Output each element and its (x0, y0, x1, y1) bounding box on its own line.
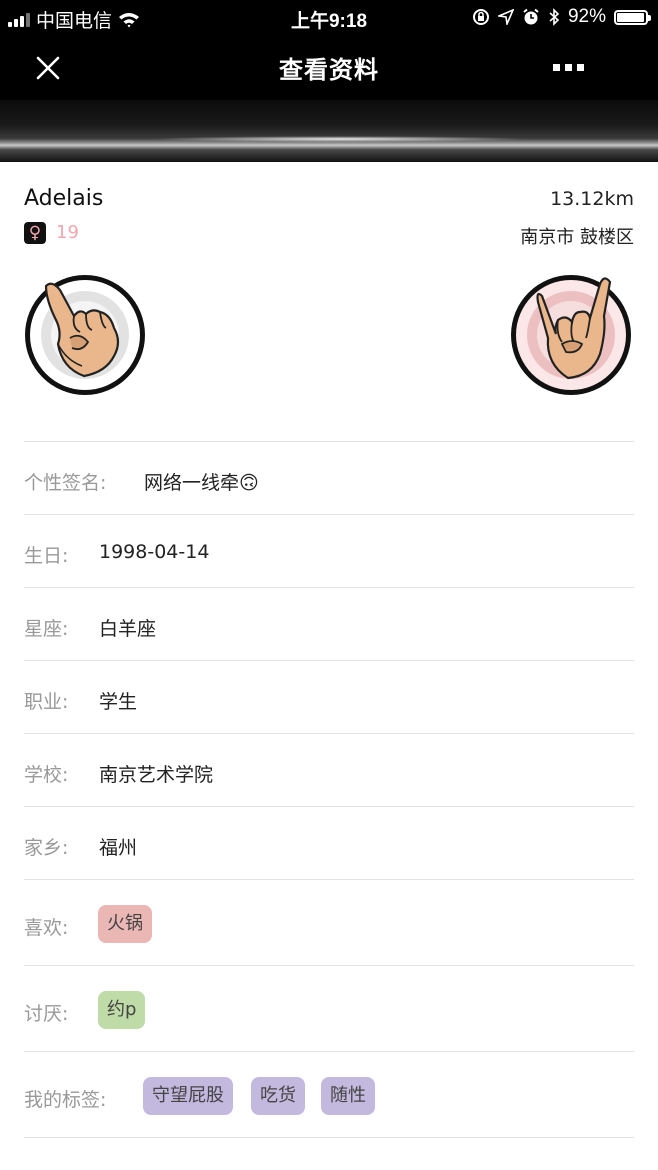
my-tags-label: 我的标签: (24, 1089, 107, 1111)
profile-distance: 13.12km (550, 188, 634, 210)
battery-percent: 92% (567, 6, 606, 27)
signature-row: 个性签名: 网络一线牵🙃 (24, 441, 634, 515)
location-arrow-icon (497, 9, 514, 25)
my-tag: 守望屁股 (143, 1077, 233, 1115)
signature-label: 个性签名: (24, 472, 107, 494)
birthday-label: 生日: (24, 545, 69, 567)
likes-label: 喜欢: (24, 917, 69, 939)
zodiac-row: 星座: 白羊座 (24, 587, 634, 661)
occupation-label: 职业: (24, 691, 69, 713)
birthday-row: 生日: 1998-04-14 (24, 514, 634, 588)
dislikes-label: 讨厌: (24, 1003, 69, 1025)
school-row: 学校: 南京艺术学院 (24, 733, 634, 807)
status-bar: 中国电信 上午9:18 92% (0, 0, 658, 34)
hometown-row: 家乡: 福州 (24, 806, 634, 880)
occupation-row: 职业: 学生 (24, 660, 634, 734)
signature-value: 网络一线牵🙃 (144, 472, 259, 494)
dislike-tag: 约p (98, 991, 146, 1029)
rotation-lock-icon (472, 9, 489, 25)
profile-age: 19 (56, 222, 79, 243)
status-right: 92% (472, 6, 651, 28)
like-tag: 火锅 (98, 905, 152, 943)
zodiac-value: 白羊座 (99, 618, 157, 640)
my-tags-row: 我的标签: 守望屁股 吃货 随性 (24, 1051, 634, 1138)
battery-icon (614, 9, 651, 25)
dislikes-row: 讨厌: 约p (24, 965, 634, 1052)
hometown-value: 福州 (99, 837, 138, 859)
hometown-label: 家乡: (24, 837, 69, 859)
profile-name: Adelais (24, 186, 104, 211)
avatar-left[interactable] (22, 272, 148, 398)
cover-photo (0, 100, 658, 162)
occupation-value: 学生 (99, 691, 138, 713)
divider (24, 1137, 634, 1138)
birthday-value: 1998-04-14 (99, 541, 210, 563)
zodiac-label: 星座: (24, 618, 69, 640)
alarm-icon (523, 8, 539, 25)
more-icon[interactable] (553, 64, 584, 71)
nav-bar: 查看资料 (0, 34, 658, 100)
female-icon: ♀ (24, 222, 46, 244)
school-value: 南京艺术学院 (99, 764, 214, 786)
my-tag: 吃货 (251, 1077, 305, 1115)
bluetooth-icon (549, 8, 560, 26)
school-label: 学校: (24, 764, 69, 786)
likes-row: 喜欢: 火锅 (24, 879, 634, 966)
my-tag: 随性 (321, 1077, 375, 1115)
avatar-right[interactable] (508, 272, 634, 398)
profile-location: 南京市 鼓楼区 (520, 227, 634, 248)
